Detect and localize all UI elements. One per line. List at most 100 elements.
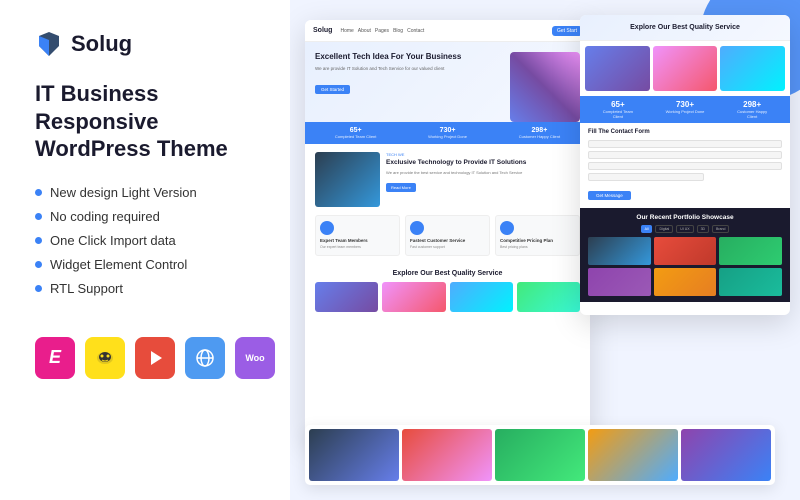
logo-text: Solug bbox=[71, 31, 132, 57]
mock2-portfolio-item-5 bbox=[654, 268, 717, 296]
bullet-icon bbox=[35, 213, 42, 220]
mock2-tab-uiux: UI UX bbox=[676, 225, 693, 233]
plugin-icons: E Woo bbox=[35, 337, 275, 379]
elementor-icon: E bbox=[35, 337, 75, 379]
wpml-icon bbox=[185, 337, 225, 379]
mock-stats-bar: 65+ Completed Team Client 730+ Working P… bbox=[305, 122, 590, 144]
mock2-stat-2: 730+ Working Project Done bbox=[666, 100, 705, 119]
mock-nav-about: About bbox=[358, 28, 371, 34]
mock2-stat-1: 65+ Completed Team Client bbox=[598, 100, 638, 119]
mock-quality-title: Explore Our Best Quality Service bbox=[315, 270, 580, 277]
mock-quality-img-1 bbox=[315, 282, 378, 312]
bullet-icon bbox=[35, 261, 42, 268]
mock-hero: Excellent Tech Idea For Your Business We… bbox=[305, 42, 590, 122]
mock2-img-2 bbox=[653, 46, 718, 91]
bullet-icon bbox=[35, 285, 42, 292]
bullet-icon bbox=[35, 189, 42, 196]
mock2-field-1 bbox=[588, 140, 782, 148]
mock2-tab-3d: 3D bbox=[697, 225, 709, 233]
features-list: New design Light Version No coding requi… bbox=[35, 185, 275, 305]
mock2-form: Fill The Contact Form Get Message bbox=[580, 123, 790, 208]
mock-section-btn: Read More bbox=[386, 183, 416, 192]
tagline: IT Business Responsive WordPress Theme bbox=[35, 80, 275, 163]
mock-quality-section: Explore Our Best Quality Service bbox=[305, 264, 590, 318]
mock2-header: Explore Our Best Quality Service bbox=[580, 15, 790, 41]
main-mockup: Solug Home About Pages Blog Contact Get … bbox=[305, 20, 590, 440]
mock-stat-label-3: Customer Happy Client bbox=[519, 134, 560, 139]
left-panel: Solug IT Business Responsive WordPress T… bbox=[0, 0, 310, 500]
mock2-portfolio: Our Recent Portfolio Showcase All Digita… bbox=[580, 208, 790, 302]
mock2-stats: 65+ Completed Team Client 730+ Working P… bbox=[580, 96, 790, 123]
mock-hero-image bbox=[510, 52, 580, 122]
mock-stat-label-2: Working Project Done bbox=[428, 134, 467, 139]
mock-quality-images bbox=[315, 282, 580, 312]
mock-stat-2: 730+ Working Project Done bbox=[428, 127, 467, 139]
mock2-field-2 bbox=[588, 151, 782, 159]
mock-stat-label-1: Completed Team Client bbox=[335, 134, 377, 139]
mock2-portfolio-title: Our Recent Portfolio Showcase bbox=[588, 214, 782, 221]
mock-card-title-2: Fastest Customer Service bbox=[410, 238, 485, 243]
mock-stat-3: 298+ Customer Happy Client bbox=[519, 127, 560, 139]
mock-nav-cta: Get Start bbox=[552, 26, 582, 36]
list-item: RTL Support bbox=[35, 281, 275, 296]
mock-card-2: Fastest Customer Service Fast customer s… bbox=[405, 215, 490, 256]
mock2-stat-label-2: Working Project Done bbox=[666, 109, 705, 114]
mock-section-content: TECH WE Exclusive Technology to Provide … bbox=[386, 152, 580, 207]
mock-hero-text: Excellent Tech Idea For Your Business We… bbox=[315, 52, 504, 122]
mock-service-cards: Expert Team Members Our expert team memb… bbox=[305, 215, 590, 264]
mock-section-label: TECH WE bbox=[386, 152, 580, 157]
mock-card-desc-2: Fast customer support bbox=[410, 245, 485, 250]
mock-card-desc-1: Our expert team members bbox=[320, 245, 395, 250]
bottom-mockup-strip bbox=[305, 425, 775, 485]
mock-section-title: Exclusive Technology to Provide IT Solut… bbox=[386, 159, 580, 167]
mock-card-desc-3: Best pricing plans bbox=[500, 245, 575, 250]
revolution-slider-icon bbox=[135, 337, 175, 379]
mock2-portfolio-item-4 bbox=[588, 268, 651, 296]
bottom-img-3 bbox=[495, 429, 585, 481]
mock-stat-1: 65+ Completed Team Client bbox=[335, 127, 377, 139]
mock-stat-num-2: 730+ bbox=[428, 127, 467, 134]
mock-card-icon-1 bbox=[320, 221, 334, 235]
mock-quality-img-2 bbox=[382, 282, 445, 312]
mock2-image-row bbox=[580, 41, 790, 96]
mock-quality-img-4 bbox=[517, 282, 580, 312]
bullet-icon bbox=[35, 237, 42, 244]
mock-nav-links: Home About Pages Blog Contact bbox=[340, 28, 424, 34]
mock-section-image bbox=[315, 152, 380, 207]
mock2-field-4 bbox=[588, 173, 704, 181]
mock-nav-blog: Blog bbox=[393, 28, 403, 34]
mock-quality-img-3 bbox=[450, 282, 513, 312]
mock-logo: Solug bbox=[313, 27, 332, 34]
logo-area: Solug bbox=[35, 30, 275, 58]
mock2-stat-num-1: 65+ bbox=[598, 100, 638, 109]
mock-stat-num-1: 65+ bbox=[335, 127, 377, 134]
mock-hero-desc: We are provide IT Solution and Tech Serv… bbox=[315, 66, 504, 72]
mock-navbar: Solug Home About Pages Blog Contact Get … bbox=[305, 20, 590, 42]
mock-card-title-1: Expert Team Members bbox=[320, 238, 395, 243]
mock2-portfolio-grid bbox=[588, 237, 782, 296]
mock-section-desc: We are provide the best service and tech… bbox=[386, 170, 580, 176]
woocommerce-icon: Woo bbox=[235, 337, 275, 379]
mock2-stat-num-3: 298+ bbox=[732, 100, 772, 109]
mock2-img-3 bbox=[720, 46, 785, 91]
mock-card-3: Competitive Pricing Plan Best pricing pl… bbox=[495, 215, 580, 256]
mock-nav-pages: Pages bbox=[375, 28, 389, 34]
mock2-stat-label-3: Customer Happy Client bbox=[732, 109, 772, 119]
mailchimp-icon bbox=[85, 337, 125, 379]
mock-nav-contact: Contact bbox=[407, 28, 424, 34]
list-item: One Click Import data bbox=[35, 233, 275, 248]
bottom-img-5 bbox=[681, 429, 771, 481]
bottom-img-2 bbox=[402, 429, 492, 481]
mock-hero-title: Excellent Tech Idea For Your Business bbox=[315, 52, 504, 62]
mock2-portfolio-item-1 bbox=[588, 237, 651, 265]
right-panel: Solug Home About Pages Blog Contact Get … bbox=[290, 0, 800, 500]
mock-card-icon-3 bbox=[500, 221, 514, 235]
mock-stat-num-3: 298+ bbox=[519, 127, 560, 134]
mock2-img-1 bbox=[585, 46, 650, 91]
mock2-tab-brand: Brand bbox=[712, 225, 729, 233]
mock2-tab-digital: Digital bbox=[655, 225, 673, 233]
mock-tech-section: TECH WE Exclusive Technology to Provide … bbox=[305, 144, 590, 215]
mock2-stat-num-2: 730+ bbox=[666, 100, 705, 109]
bottom-img-4 bbox=[588, 429, 678, 481]
bottom-img-1 bbox=[309, 429, 399, 481]
